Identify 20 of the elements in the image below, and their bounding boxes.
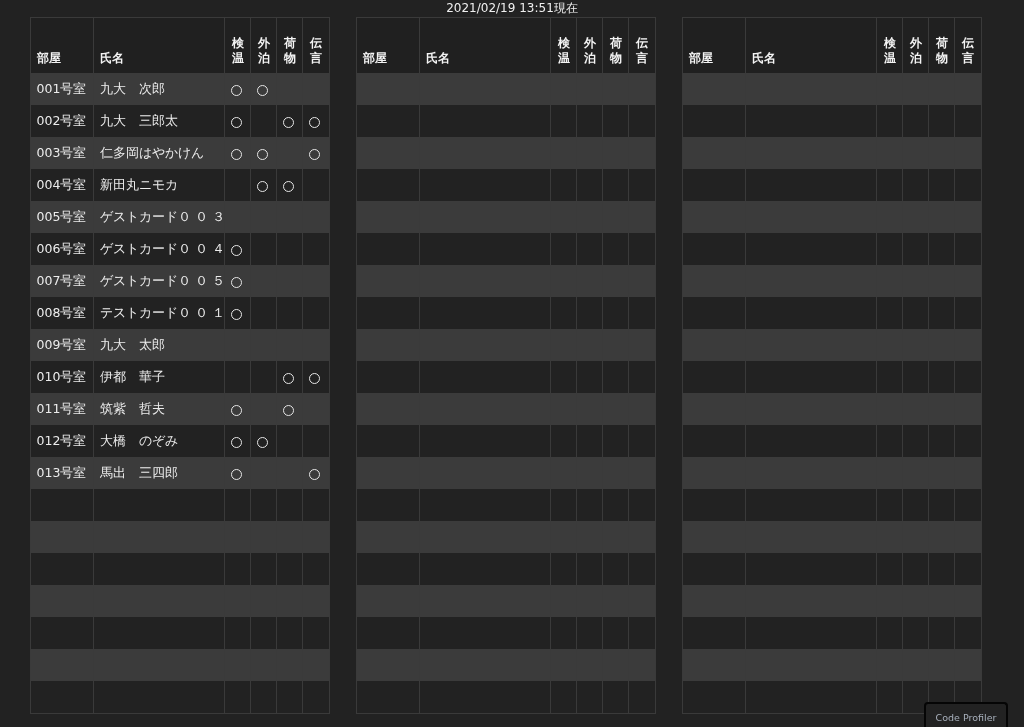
column-header: 検温 bbox=[224, 17, 251, 73]
column-header: 外泊 bbox=[250, 17, 277, 73]
column-header: 荷物 bbox=[928, 17, 955, 73]
column-header: 伝言 bbox=[302, 17, 329, 73]
column-header: 荷物 bbox=[602, 17, 629, 73]
column-header: 氏名 bbox=[745, 17, 877, 73]
column-header: 外泊 bbox=[902, 17, 929, 73]
code-profiler-tab[interactable]: Code Profiler bbox=[924, 702, 1008, 727]
column-header: 氏名 bbox=[419, 17, 551, 73]
column-header: 外泊 bbox=[576, 17, 603, 73]
column-header: 伝言 bbox=[954, 17, 981, 73]
column-header: 氏名 bbox=[93, 17, 225, 73]
timestamp-title: 2021/02/19 13:51現在 bbox=[446, 0, 578, 17]
column-header: 伝言 bbox=[628, 17, 655, 73]
column-header: 検温 bbox=[550, 17, 577, 73]
column-header: 検温 bbox=[876, 17, 903, 73]
column-header: 部屋 bbox=[356, 17, 420, 73]
column-header: 荷物 bbox=[276, 17, 303, 73]
column-header: 部屋 bbox=[682, 17, 746, 73]
column-header: 部屋 bbox=[30, 17, 94, 73]
